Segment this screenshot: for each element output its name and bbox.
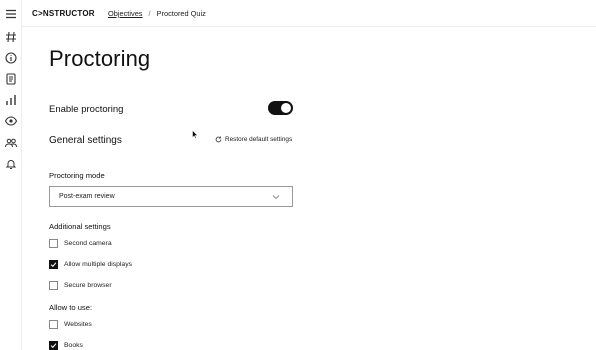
page-title: Proctoring	[49, 46, 151, 71]
proctoring-mode-label: Proctoring mode	[49, 171, 105, 180]
toggle-knob	[281, 103, 291, 113]
proctoring-mode-select[interactable]: Post-exam review	[49, 186, 293, 207]
secure-browser-checkbox[interactable]	[49, 281, 58, 290]
breadcrumb-separator: /	[148, 9, 151, 18]
sidebar	[0, 0, 22, 350]
chevron-down-icon	[272, 195, 280, 200]
secure-browser-checkbox-row[interactable]: Secure browser	[49, 281, 112, 290]
hash-icon[interactable]	[3, 29, 19, 45]
breadcrumb-current: Proctored Quiz	[156, 9, 206, 18]
multiple-displays-checkbox[interactable]	[49, 260, 58, 269]
websites-checkbox-row[interactable]: Websites	[49, 320, 92, 329]
second-camera-checkbox[interactable]	[49, 239, 58, 248]
eye-icon[interactable]	[3, 113, 19, 129]
secure-browser-label: Secure browser	[64, 282, 112, 289]
mouse-cursor-icon	[192, 130, 198, 139]
books-checkbox-row[interactable]: Books	[49, 341, 83, 350]
allow-to-use-heading: Allow to use:	[49, 303, 93, 312]
bar-chart-icon[interactable]	[3, 92, 19, 108]
books-checkbox[interactable]	[49, 341, 58, 350]
refresh-icon	[215, 136, 222, 143]
second-camera-checkbox-row[interactable]: Second camera	[49, 239, 112, 248]
proctoring-mode-value: Post-exam review	[59, 193, 115, 200]
additional-settings-heading: Additional settings	[49, 222, 111, 231]
info-icon[interactable]	[3, 50, 19, 66]
general-settings-heading: General settings	[49, 135, 122, 146]
menu-icon[interactable]	[3, 6, 19, 22]
restore-defaults-label: Restore default settings	[225, 136, 293, 143]
users-icon[interactable]	[3, 135, 19, 151]
breadcrumb: Objectives / Proctored Quiz	[108, 9, 206, 18]
breadcrumb-link-objectives[interactable]: Objectives	[108, 9, 143, 18]
websites-checkbox[interactable]	[49, 320, 58, 329]
bell-icon[interactable]	[3, 156, 19, 172]
restore-defaults-button[interactable]: Restore default settings	[215, 136, 292, 143]
enable-proctoring-label: Enable proctoring	[49, 104, 124, 115]
checkmark-icon	[50, 262, 57, 268]
multiple-displays-label: Allow multiple displays	[64, 261, 132, 268]
books-label: Books	[64, 342, 83, 349]
websites-label: Websites	[64, 321, 92, 328]
second-camera-label: Second camera	[64, 240, 112, 247]
document-icon[interactable]	[3, 71, 19, 87]
enable-proctoring-toggle[interactable]	[268, 101, 293, 115]
multiple-displays-checkbox-row[interactable]: Allow multiple displays	[49, 260, 132, 269]
app-logo[interactable]: C>NSTRUCTOR	[32, 9, 95, 18]
checkmark-icon	[50, 343, 57, 349]
